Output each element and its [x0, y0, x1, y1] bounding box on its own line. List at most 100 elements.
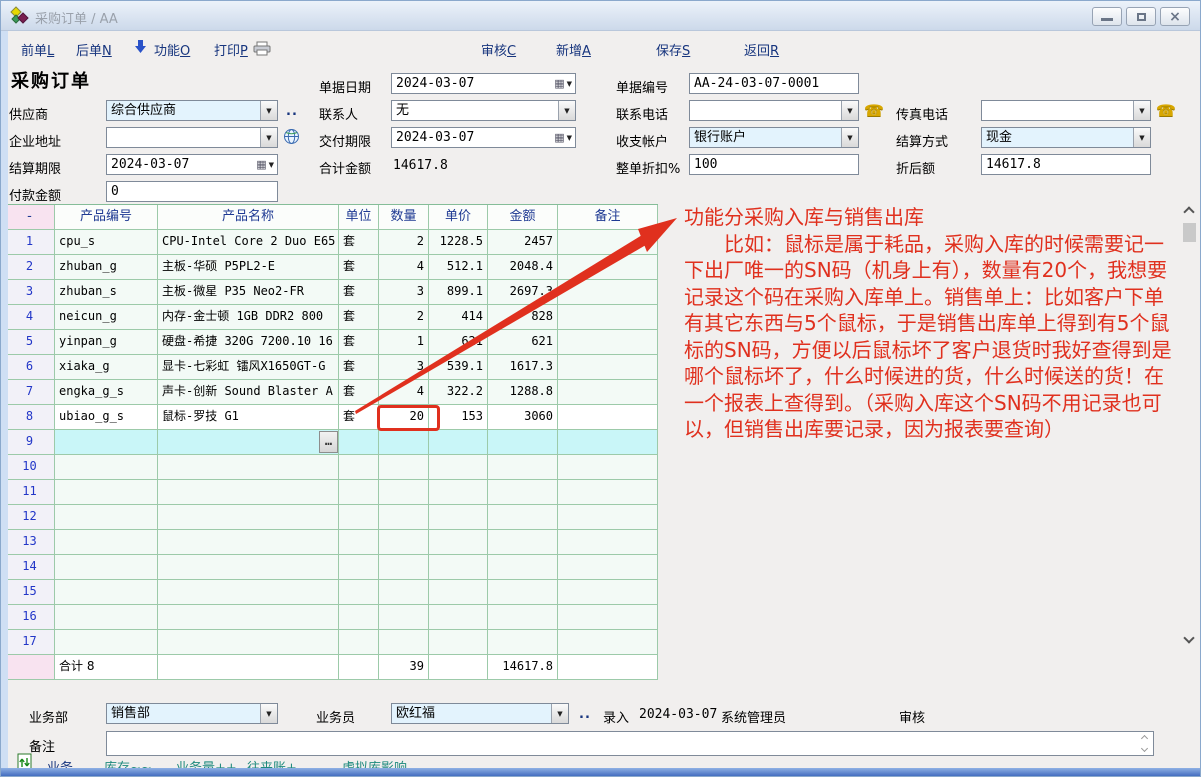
cell-note[interactable] — [558, 355, 658, 380]
cell-product-code[interactable] — [55, 555, 158, 580]
cell-quantity[interactable] — [379, 455, 429, 480]
cell-unit[interactable]: 套 — [339, 255, 379, 280]
cell-product-code[interactable] — [55, 630, 158, 655]
cell-unit-price[interactable] — [429, 605, 488, 630]
cell-product-name[interactable] — [158, 480, 339, 505]
payment-input[interactable]: 0 — [106, 181, 278, 202]
cell-product-name[interactable]: 鼠标-罗技 G1 — [158, 405, 339, 430]
cell-note[interactable] — [558, 555, 658, 580]
cell-product-code[interactable] — [55, 580, 158, 605]
cell-amount[interactable]: 1288.8 — [488, 380, 558, 405]
cell-product-code[interactable]: cpu_s — [55, 230, 158, 255]
audit-button[interactable]: 审核C — [481, 40, 516, 59]
doc-no-input[interactable]: AA-24-03-07-0001 — [689, 73, 859, 94]
table-row-number[interactable]: 5 — [5, 330, 55, 355]
cell-product-name[interactable]: 主板-微星 P35 Neo2-FR — [158, 280, 339, 305]
table-row-number[interactable]: 10 — [5, 455, 55, 480]
cell-note[interactable] — [558, 630, 658, 655]
table-row-number[interactable]: 17 — [5, 630, 55, 655]
chevron-down-icon[interactable]: ▼ — [1133, 101, 1150, 120]
restore-button[interactable] — [1126, 7, 1156, 26]
cell-unit[interactable] — [339, 580, 379, 605]
cell-note[interactable] — [558, 580, 658, 605]
supplier-more-link[interactable]: .. — [286, 104, 298, 119]
cell-amount[interactable]: 621 — [488, 330, 558, 355]
cell-unit-price[interactable] — [429, 455, 488, 480]
cell-note[interactable] — [558, 280, 658, 305]
cell-amount[interactable] — [488, 530, 558, 555]
table-row-number[interactable]: 14 — [5, 555, 55, 580]
cell-amount[interactable] — [488, 605, 558, 630]
chevron-down-icon[interactable]: ▼ — [841, 128, 858, 147]
cell-unit-price[interactable] — [429, 555, 488, 580]
cell-amount[interactable] — [488, 630, 558, 655]
save-button[interactable]: 保存S — [656, 40, 690, 59]
cell-product-name[interactable] — [158, 555, 339, 580]
table-row-number[interactable]: 13 — [5, 530, 55, 555]
cell-product-code[interactable]: neicun_g — [55, 305, 158, 330]
cell-note[interactable] — [558, 455, 658, 480]
cell-amount[interactable] — [488, 480, 558, 505]
prev-doc-button[interactable]: 前单L — [21, 40, 54, 59]
cell-unit[interactable] — [339, 630, 379, 655]
cell-product-code[interactable] — [55, 430, 158, 455]
table-row-number[interactable]: 3 — [5, 280, 55, 305]
cell-product-name[interactable]: 声卡-创新 Sound Blaster A — [158, 380, 339, 405]
cell-product-code[interactable]: zhuban_s — [55, 280, 158, 305]
remark-input[interactable] — [106, 731, 1154, 756]
cell-unit[interactable] — [339, 530, 379, 555]
cell-quantity[interactable]: 3 — [379, 280, 429, 305]
cell-quantity[interactable] — [379, 555, 429, 580]
cell-quantity[interactable] — [379, 630, 429, 655]
cell-unit[interactable]: 套 — [339, 280, 379, 305]
cell-product-name[interactable] — [158, 605, 339, 630]
cell-unit[interactable] — [339, 455, 379, 480]
cell-unit[interactable]: 套 — [339, 305, 379, 330]
cell-product-code[interactable]: engka_g_s — [55, 380, 158, 405]
chevron-down-icon[interactable]: ▼ — [558, 101, 575, 120]
phone-icon[interactable]: ☎ — [864, 101, 884, 120]
cell-quantity[interactable] — [379, 580, 429, 605]
return-button[interactable]: 返回R — [744, 40, 779, 59]
cell-unit[interactable]: 套 — [339, 230, 379, 255]
cell-unit[interactable] — [339, 480, 379, 505]
account-combo[interactable]: 银行账户▼ — [689, 127, 859, 148]
cell-product-code[interactable] — [55, 530, 158, 555]
cell-unit[interactable] — [339, 605, 379, 630]
scroll-down-icon[interactable] — [1183, 632, 1194, 643]
cell-product-name[interactable]: 主板-华硕 P5PL2-E — [158, 255, 339, 280]
cell-unit-price[interactable] — [429, 430, 488, 455]
add-new-button[interactable]: 新增A — [556, 40, 591, 59]
cell-quantity[interactable]: 2 — [379, 230, 429, 255]
doc-date-field[interactable]: 2024-03-07 ▦▼ — [391, 73, 576, 94]
cell-note[interactable] — [558, 230, 658, 255]
contact-combo[interactable]: 无▼ — [391, 100, 576, 121]
cell-quantity[interactable]: 4 — [379, 255, 429, 280]
cell-unit[interactable] — [339, 505, 379, 530]
cell-unit-price[interactable]: 1228.5 — [429, 230, 488, 255]
cell-note[interactable] — [558, 255, 658, 280]
cell-unit-price[interactable]: 512.1 — [429, 255, 488, 280]
cell-quantity[interactable] — [379, 430, 429, 455]
table-row-number[interactable]: 4 — [5, 305, 55, 330]
cell-product-name[interactable] — [158, 505, 339, 530]
cell-amount[interactable] — [488, 580, 558, 605]
cell-note[interactable] — [558, 380, 658, 405]
supplier-combo[interactable]: 综合供应商▼ — [106, 100, 278, 121]
cell-product-name[interactable] — [158, 530, 339, 555]
cell-amount[interactable]: 2697.3 — [488, 280, 558, 305]
cell-product-name[interactable]: … — [158, 430, 339, 455]
cell-amount[interactable] — [488, 455, 558, 480]
chevron-down-icon[interactable]: ▼ — [1133, 128, 1150, 147]
contact-phone-combo[interactable]: ▼ — [689, 100, 859, 121]
cell-quantity[interactable]: 2 — [379, 305, 429, 330]
cell-product-code[interactable] — [55, 455, 158, 480]
fax-phone-combo[interactable]: ▼ — [981, 100, 1151, 121]
cell-note[interactable] — [558, 305, 658, 330]
chevron-down-icon[interactable]: ▼ — [260, 128, 277, 147]
cell-quantity[interactable] — [379, 530, 429, 555]
cell-product-code[interactable]: ubiao_g_s — [55, 405, 158, 430]
cell-unit-price[interactable] — [429, 580, 488, 605]
cell-unit-price[interactable]: 621 — [429, 330, 488, 355]
cell-product-name[interactable]: 显卡-七彩虹 镭风X1650GT-G — [158, 355, 339, 380]
